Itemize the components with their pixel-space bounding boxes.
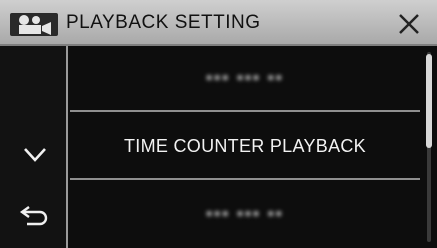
sidebar [0, 46, 68, 248]
back-arrow-icon[interactable] [18, 202, 50, 228]
menu-item-label: ▪▪▪ ▪▪▪ ▪▪ [206, 204, 284, 223]
chevron-down-icon[interactable] [22, 145, 48, 165]
header-bar: PLAYBACK SETTING [0, 0, 437, 46]
menu-item-time-counter-playback[interactable]: TIME COUNTER PLAYBACK [70, 114, 420, 180]
menu-item-1[interactable]: ▪▪▪ ▪▪▪ ▪▪ [70, 46, 420, 112]
close-icon[interactable] [397, 12, 421, 36]
scrollbar[interactable] [420, 46, 437, 248]
video-camera-icon [10, 13, 58, 36]
scroll-thumb[interactable] [426, 54, 432, 148]
page-title: PLAYBACK SETTING [66, 12, 261, 33]
menu-list: ▪▪▪ ▪▪▪ ▪▪ TIME COUNTER PLAYBACK ▪▪▪ ▪▪▪… [70, 46, 420, 248]
menu-item-3[interactable]: ▪▪▪ ▪▪▪ ▪▪ [70, 182, 420, 248]
menu-item-label: TIME COUNTER PLAYBACK [123, 135, 366, 156]
menu-item-label: ▪▪▪ ▪▪▪ ▪▪ [206, 68, 284, 87]
